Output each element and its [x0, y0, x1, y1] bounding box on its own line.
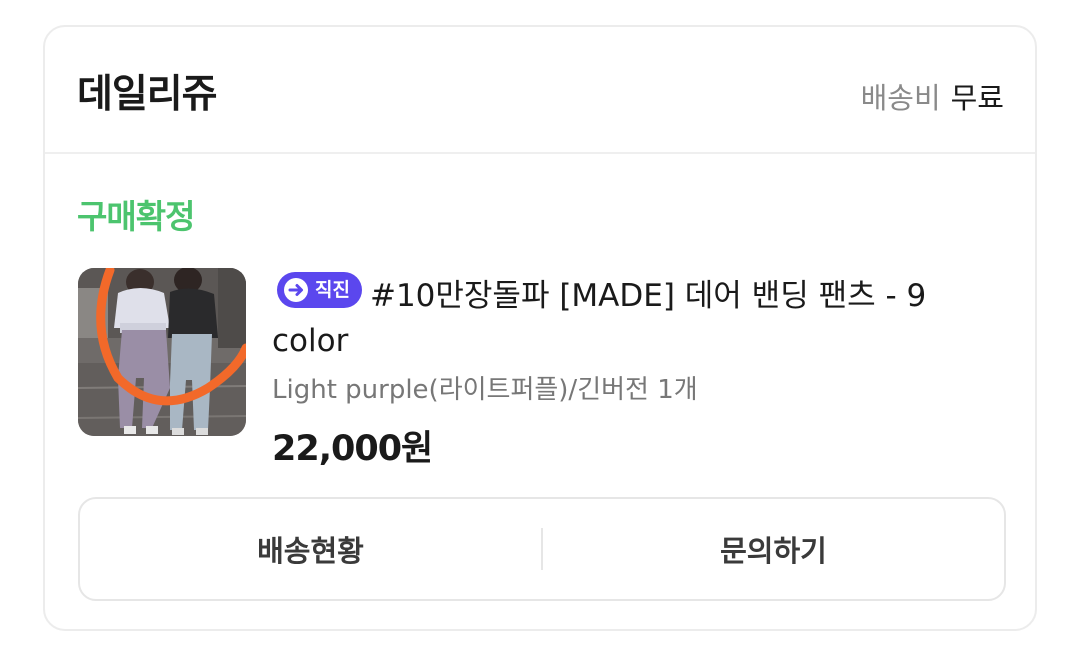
order-actions: 배송현황 문의하기: [78, 497, 1006, 601]
shipping-fee: 배송비 무료: [861, 75, 1004, 117]
shipping-fee-label: 배송비: [860, 81, 941, 115]
inquiry-button[interactable]: 문의하기: [543, 499, 1004, 599]
product-title-row[interactable]: 직진 #10만장돌파 [MADE] 데어 밴딩 팬츠 - 9 color: [272, 272, 1012, 364]
product-option: Light purple(라이트퍼플)/긴버전 1개: [272, 375, 698, 405]
direct-badge: 직진: [277, 272, 362, 308]
product-thumbnail[interactable]: [78, 268, 246, 436]
direct-badge-label: 직진: [315, 279, 350, 301]
product-info[interactable]: 직진 #10만장돌파 [MADE] 데어 밴딩 팬츠 - 9 color Ligh…: [272, 272, 1012, 471]
shipping-fee-value: 무료: [950, 81, 1004, 115]
product-title[interactable]: #10만장돌파 [MADE] 데어 밴딩 팬츠 - 9 color: [272, 278, 926, 359]
arrow-right-circle-icon: [284, 278, 308, 302]
order-card: 데일리쥬 배송비 무료 구매확정 직진 #10만장돌파 [MADE] 데어 밴딩…: [43, 25, 1037, 631]
product-price: 22,000원: [272, 429, 433, 469]
store-name[interactable]: 데일리쥬: [77, 63, 218, 119]
store-header: 데일리쥬 배송비 무료: [45, 27, 1035, 154]
order-status: 구매확정: [77, 197, 195, 236]
delivery-status-button[interactable]: 배송현황: [80, 499, 541, 599]
